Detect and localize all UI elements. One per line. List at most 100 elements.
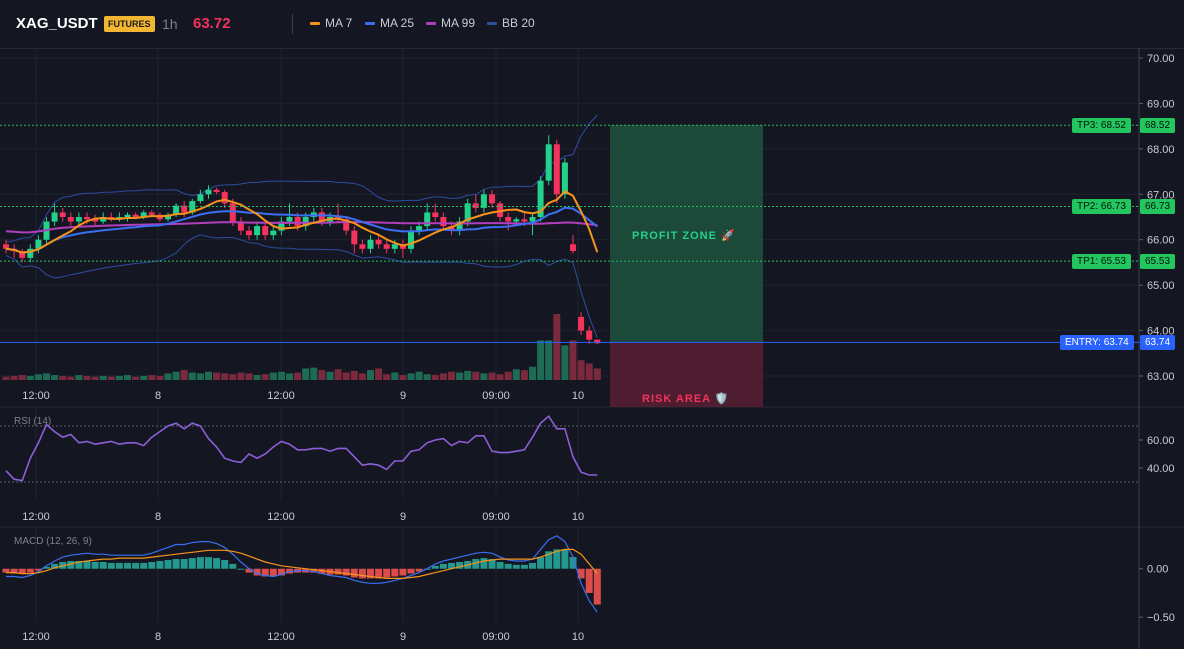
macd-histogram-bar <box>83 560 91 569</box>
macd-histogram-bar <box>205 557 212 569</box>
volume-bar <box>318 370 326 380</box>
volume-bar <box>124 375 131 380</box>
chart-canvas[interactable]: 70.0069.0068.0067.0066.0065.0064.0063.00… <box>0 0 1184 649</box>
macd-histogram-bar <box>229 563 237 569</box>
volume-bar <box>59 375 67 380</box>
volume-bar <box>107 376 115 380</box>
volume-bar <box>464 370 472 380</box>
volume-bar <box>472 371 480 380</box>
time-tick-label: 9 <box>400 390 406 402</box>
candle-body <box>270 230 277 236</box>
volume-bar <box>294 372 302 380</box>
volume-bar <box>245 373 253 380</box>
volume-bar <box>569 340 577 380</box>
macd-histogram-bar <box>561 549 569 569</box>
time-tick-label: 12:00 <box>22 390 50 402</box>
time-tick-label: 10 <box>572 631 584 643</box>
volume-bar <box>310 367 318 380</box>
tp3-axis-value: 68.52 <box>1140 118 1176 133</box>
candle-body <box>489 194 495 204</box>
macd-line <box>6 535 598 613</box>
macd-histogram-bar <box>504 563 512 569</box>
macd-histogram-bar <box>391 568 399 577</box>
candle-body <box>529 217 536 222</box>
candle-body <box>51 212 58 222</box>
macd-histogram-bar <box>132 562 140 569</box>
volume-bar <box>229 374 237 380</box>
volume-bar <box>140 375 148 380</box>
volume-bar <box>213 372 221 380</box>
candle-body <box>480 194 487 208</box>
candle-body <box>294 217 301 227</box>
macd-histogram-bar <box>520 564 528 569</box>
volume-bar <box>529 366 536 380</box>
volume-bar <box>383 374 391 380</box>
volume-bar <box>545 340 553 380</box>
candle-body <box>205 189 212 195</box>
macd-histogram-bar <box>383 568 391 578</box>
volume-bar <box>196 373 204 380</box>
volume-bar <box>553 314 561 380</box>
candle-body <box>505 217 512 222</box>
volume-bar <box>391 372 399 380</box>
macd-histogram-bar <box>188 558 196 569</box>
volume-bar <box>367 370 374 380</box>
volume-bar <box>496 374 504 380</box>
macd-tick-label: 0.00 <box>1147 564 1168 576</box>
time-tick-label: 9 <box>400 631 406 643</box>
macd-histogram-bar <box>148 561 156 569</box>
candle-body <box>472 203 479 208</box>
entry-axis-value: 63.74 <box>1140 335 1176 350</box>
macd-histogram-bar <box>593 568 601 605</box>
macd-histogram-bar <box>124 562 131 569</box>
volume-bar <box>83 375 91 380</box>
candle-body <box>391 244 398 249</box>
volume-bar <box>448 371 455 380</box>
volume-bar <box>205 371 212 380</box>
candle-body <box>124 214 131 217</box>
volume-bar <box>577 360 585 380</box>
volume-bar <box>164 373 172 380</box>
time-tick-label: 10 <box>572 390 584 402</box>
volume-bar <box>43 373 50 380</box>
price-tick-label: 66.00 <box>1147 235 1175 247</box>
candle-body <box>148 212 155 215</box>
volume-bar <box>172 371 180 380</box>
volume-bar <box>51 375 59 380</box>
macd-histogram-bar <box>512 564 520 569</box>
time-tick-label: 9 <box>400 511 406 523</box>
volume-bar <box>67 376 75 380</box>
macd-histogram-bar <box>99 561 107 569</box>
candle-body <box>586 330 593 340</box>
volume-bar <box>75 375 83 380</box>
macd-histogram-bar <box>537 557 545 569</box>
candle-body <box>254 226 261 236</box>
volume-bar <box>375 368 383 380</box>
candle-body <box>286 217 293 222</box>
candle-body <box>383 244 390 249</box>
volume-bar <box>180 370 188 380</box>
macd-histogram-bar <box>334 568 342 575</box>
macd-histogram-bar <box>172 559 180 569</box>
macd-histogram-bar <box>221 560 229 569</box>
volume-bar <box>423 374 431 380</box>
time-tick-label: 12:00 <box>267 390 295 402</box>
volume-bar <box>277 371 285 380</box>
macd-title: MACD (12, 26, 9) <box>14 536 92 547</box>
time-tick-label: 09:00 <box>482 631 510 643</box>
candle-body <box>351 230 358 245</box>
macd-histogram-bar <box>213 558 221 569</box>
candle-body <box>513 219 520 222</box>
volume-bar <box>488 372 496 380</box>
volume-bar <box>91 376 99 380</box>
volume-bar <box>18 375 26 380</box>
volume-bar <box>407 373 415 380</box>
macd-histogram-bar <box>26 568 34 573</box>
candle-body <box>75 217 82 222</box>
candle-body <box>84 217 90 220</box>
candle-body <box>545 144 552 181</box>
volume-bar <box>480 373 488 380</box>
time-tick-label: 12:00 <box>22 511 50 523</box>
macd-histogram-bar <box>439 563 447 569</box>
macd-tick-label: −0.50 <box>1147 612 1175 624</box>
